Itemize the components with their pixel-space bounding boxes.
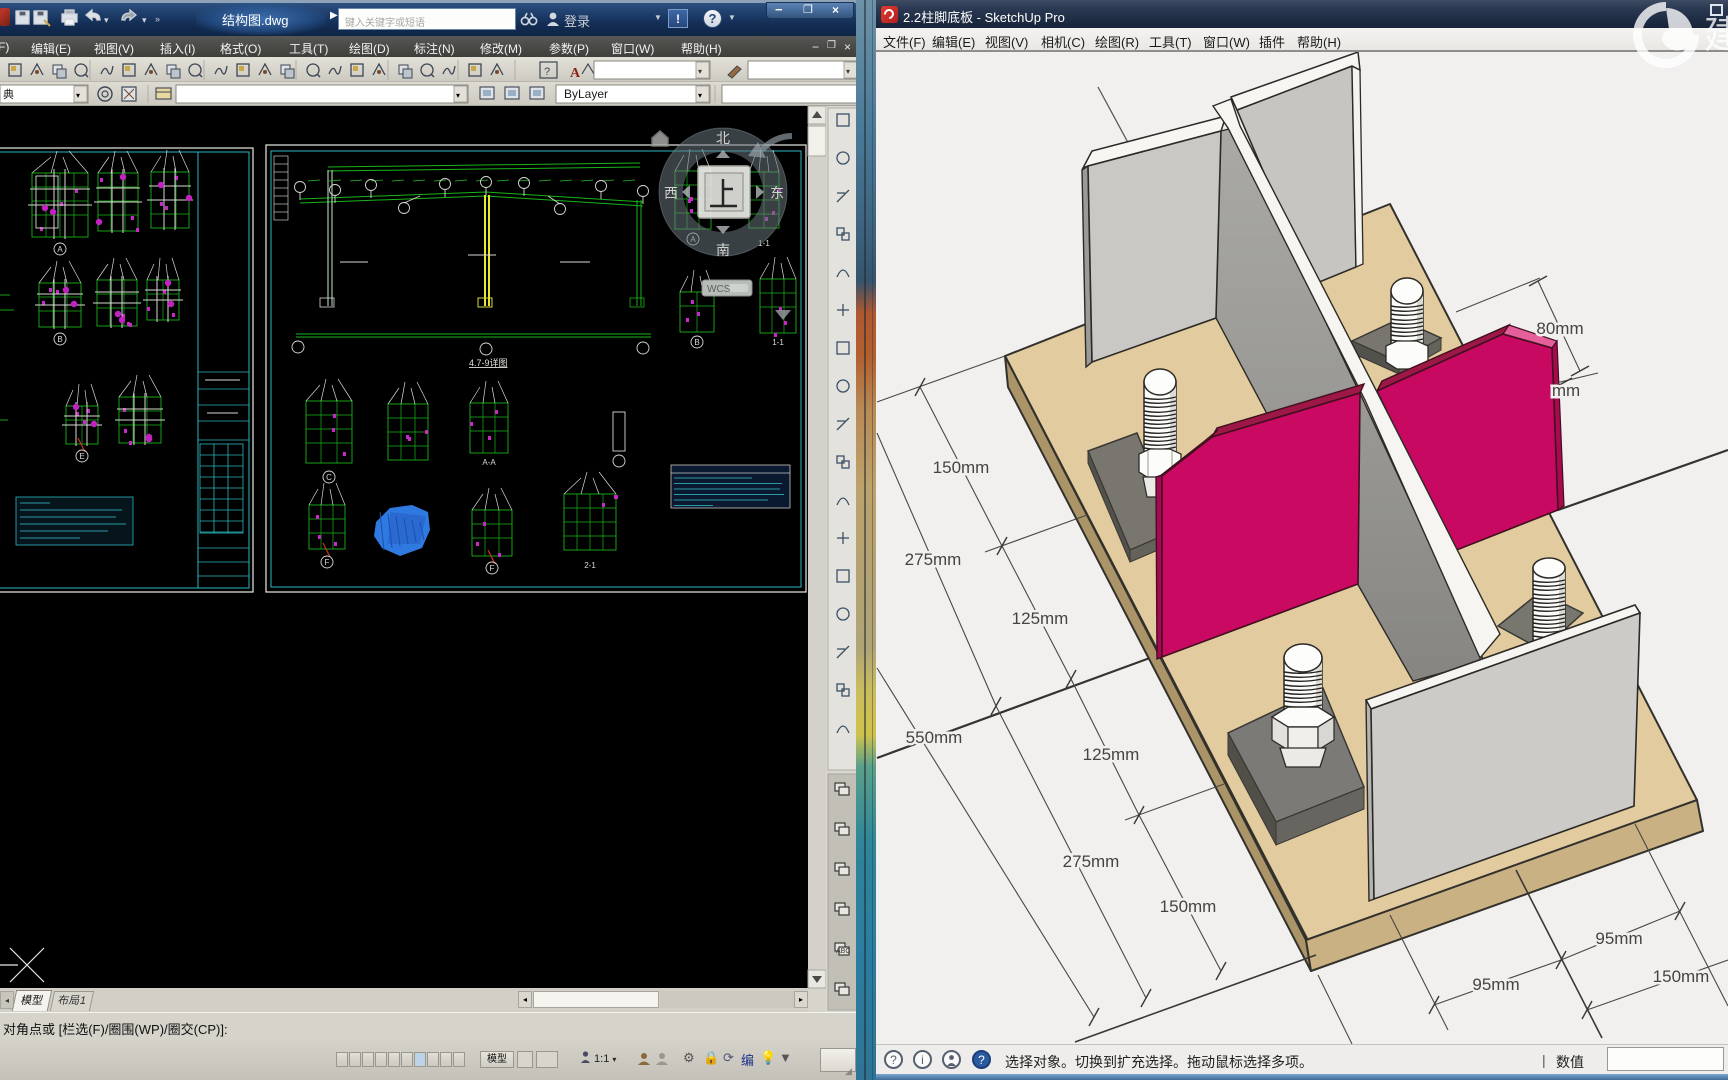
svg-text:150mm: 150mm <box>933 458 990 477</box>
svg-text:B: B <box>57 335 62 344</box>
svg-text:▾: ▾ <box>456 91 460 100</box>
svg-text:北: 北 <box>716 130 730 146</box>
svg-text:▾: ▾ <box>142 15 147 25</box>
svg-text:?: ? <box>544 66 550 78</box>
svg-text:西: 西 <box>664 185 678 201</box>
svg-text:125mm: 125mm <box>1012 609 1069 628</box>
svg-text:▾: ▾ <box>698 67 702 76</box>
svg-text:ABC: ABC <box>836 948 850 955</box>
svg-text:▾: ▾ <box>698 91 702 100</box>
svg-text:550mm: 550mm <box>906 728 963 747</box>
svg-text:ByLayer: ByLayer <box>564 87 608 101</box>
svg-text:125mm: 125mm <box>1083 745 1140 764</box>
svg-text:275mm: 275mm <box>1063 852 1120 871</box>
svg-text:mm: mm <box>1552 381 1580 400</box>
svg-text:»: » <box>155 14 160 24</box>
svg-text:80mm: 80mm <box>1536 319 1583 338</box>
svg-text:WCS: WCS <box>707 284 731 295</box>
svg-text:150mm: 150mm <box>1653 967 1710 986</box>
svg-text:东: 东 <box>770 185 784 201</box>
svg-text:95mm: 95mm <box>1595 929 1642 948</box>
svg-text:2-1: 2-1 <box>584 561 596 570</box>
svg-text:95mm: 95mm <box>1472 975 1519 994</box>
svg-text:南: 南 <box>716 242 730 258</box>
svg-text:A: A <box>570 66 581 81</box>
svg-text:E: E <box>79 452 84 461</box>
svg-text:150mm: 150mm <box>1160 897 1217 916</box>
svg-text:1-1: 1-1 <box>772 338 784 347</box>
svg-text:典: 典 <box>3 87 14 101</box>
svg-text:C: C <box>326 473 332 482</box>
svg-text:B: B <box>694 338 699 347</box>
svg-text:▾: ▾ <box>76 91 80 100</box>
svg-text:A-A: A-A <box>482 458 496 467</box>
svg-text:▾: ▾ <box>846 67 850 76</box>
svg-text:A: A <box>57 245 63 254</box>
svg-text:275mm: 275mm <box>905 550 962 569</box>
svg-text:F: F <box>325 558 330 567</box>
svg-text:4.7-9详图: 4.7-9详图 <box>469 357 508 368</box>
svg-text:F: F <box>490 564 495 573</box>
svg-text:▾: ▾ <box>104 15 109 25</box>
